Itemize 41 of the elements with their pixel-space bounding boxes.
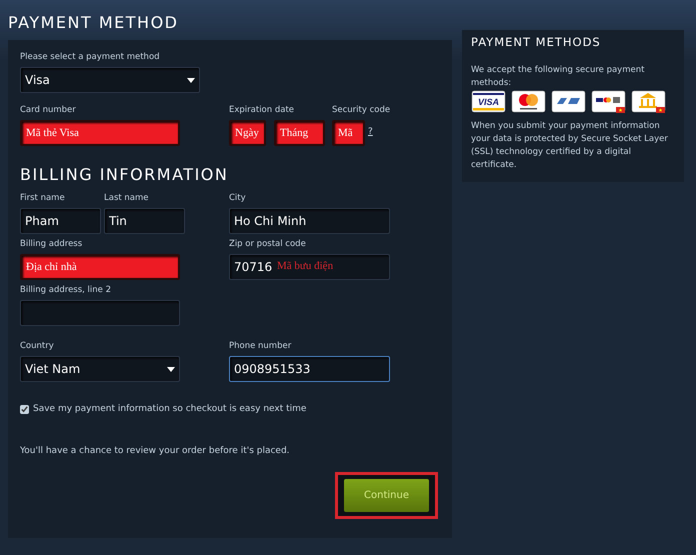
field-label: Security code (332, 105, 390, 116)
napas-card-icon (551, 90, 586, 114)
intro-text: We accept the following secure payment methods: (471, 64, 646, 90)
input-field[interactable] (20, 300, 180, 326)
field-label: Please select a payment method (20, 52, 160, 63)
field-label: Billing address, line 2 (20, 285, 112, 296)
field-label: Expiration date (229, 105, 294, 116)
field-label: Billing address (20, 239, 82, 250)
dropdown[interactable]: Visa (20, 67, 200, 93)
input-field[interactable]: 0908951533 (229, 356, 390, 382)
caret-icon (187, 78, 195, 82)
field-label: Phone number (229, 341, 292, 352)
caret-icon (167, 366, 175, 372)
field-label: Last name (104, 193, 149, 204)
field-label: City (229, 193, 246, 204)
domestic-cards-card-icon (591, 90, 626, 114)
input-field[interactable]: Pham (20, 208, 101, 234)
input-field[interactable]: Tháng (274, 120, 325, 146)
page-title: PAYMENT METHOD (8, 12, 180, 34)
input-field[interactable]: Địa chỉ nhà (20, 254, 180, 280)
security-notice: When you submit your payment information your data is protected by Secure Socket Layer (SSL) technology certified by a digital certificate. (471, 120, 669, 172)
field-label: Zip or postal code (229, 239, 306, 250)
input-field[interactable]: Ho Chi Minh (229, 208, 390, 234)
input-field[interactable]: Mã thẻ Visa (20, 120, 180, 146)
annotation-text: Mã bưu điện (277, 259, 334, 274)
field-label: Card number (20, 105, 76, 116)
input-field[interactable]: Ngày (229, 120, 266, 146)
checkbox[interactable] (20, 405, 29, 414)
mastercard-card-icon (511, 90, 546, 114)
section-heading: BILLING INFORMATION (20, 165, 230, 185)
field-label: First name (20, 193, 65, 204)
field-label: Country (20, 341, 54, 352)
checkbox-label: Save my payment information so checkout is easy next time (33, 403, 306, 416)
help-link[interactable]: ? (368, 126, 373, 140)
input-field[interactable]: Mã (332, 120, 365, 146)
bank-card-icon (631, 90, 666, 114)
input-field[interactable]: Tin (104, 208, 185, 234)
review-note: You'll have a chance to review your order before it's placed. (20, 444, 291, 458)
visa-card-icon: VISA (471, 90, 506, 114)
dropdown[interactable]: Viet Nam (20, 356, 180, 382)
sidebar-title: PAYMENT METHODS (471, 36, 602, 50)
